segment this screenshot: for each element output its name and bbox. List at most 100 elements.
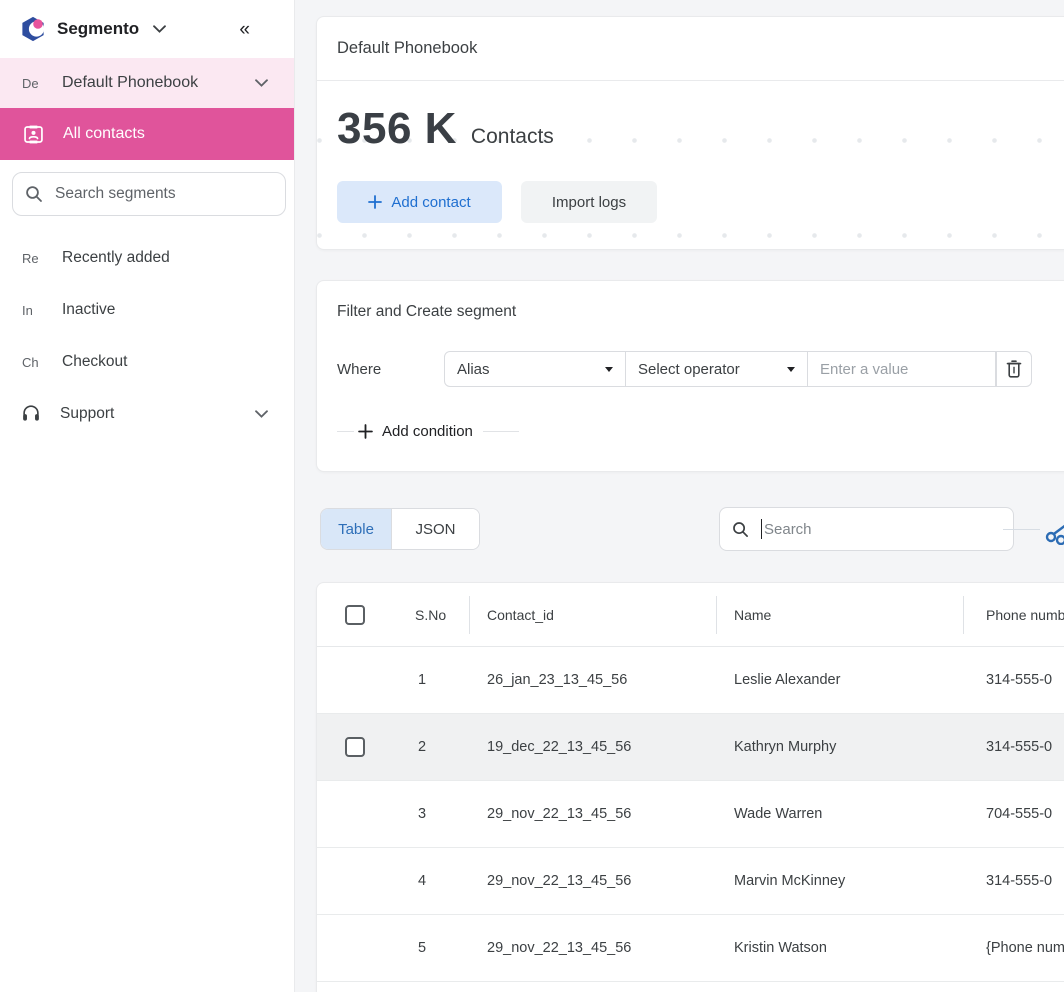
cell-contact-id: 29_nov_22_13_45_56 [469,940,716,956]
segment-search-box[interactable] [12,172,286,216]
support-chevron-down-icon[interactable] [255,410,268,418]
tab-table-label: Table [338,521,374,538]
support-label: Support [60,405,114,423]
column-header-sno: S.No [415,583,469,647]
column-header-name: Name [716,583,963,647]
cell-contact-id: 29_nov_22_13_45_56 [469,873,716,889]
delete-condition-button[interactable] [996,351,1032,387]
cell-phone: 314-555-0 [963,739,1064,755]
import-logs-button[interactable]: Import logs [521,181,657,223]
table-row[interactable]: 4 29_nov_22_13_45_56 Marvin McKinney 314… [317,848,1064,915]
contacts-search-box[interactable]: Search [719,507,1014,551]
table-row[interactable]: 3 29_nov_22_13_45_56 Wade Warren 704-555… [317,781,1064,848]
headset-icon [20,403,42,425]
tab-table[interactable]: Table [321,509,391,549]
table-header-row: S.No Contact_id Name Phone number [317,583,1064,647]
plus-icon [368,195,382,209]
add-contact-label: Add contact [391,194,470,211]
filter-card-title: Filter and Create segment [337,303,1064,325]
cell-contact-id: 19_dec_22_13_45_56 [469,739,716,755]
sidebar: Segmento « De Default Phonebook [0,0,295,992]
cell-sno: 5 [415,940,469,956]
main-content: Default Phonebook 356 K Contacts Add con… [295,0,1064,992]
operator-select-value: Select operator [638,361,740,378]
page-title: Default Phonebook [337,39,477,58]
chevron-down-icon [605,367,613,372]
cell-phone: 314-555-0 [963,873,1064,889]
add-condition-button[interactable]: Add condition [354,423,483,440]
table-row[interactable]: 2 19_dec_22_13_45_56 Kathryn Murphy 314-… [317,714,1064,781]
cell-contact-id: 29_nov_22_13_45_56 [469,806,716,822]
segment-label: Recently added [62,249,170,267]
column-header-contact-id: Contact_id [469,583,716,647]
divider [483,431,519,432]
phonebook-header-card: Default Phonebook 356 K Contacts Add con… [316,16,1064,250]
cell-name: Leslie Alexander [716,672,963,688]
table-toolbar: Table JSON Search [316,507,1064,551]
cell-phone: 314-555-0 [963,672,1064,688]
view-toggle: Table JSON [320,508,480,550]
app: Segmento « De Default Phonebook [0,0,1064,992]
all-contacts-label: All contacts [63,125,145,143]
segment-prefix-badge: In [22,303,62,318]
sidebar-item-default-phonebook[interactable]: De Default Phonebook [0,58,294,108]
value-field-wrap [808,351,996,387]
contacts-search-placeholder: Search [764,521,812,538]
add-contact-button[interactable]: Add contact [337,181,502,223]
import-logs-label: Import logs [552,194,626,211]
cell-sno: 1 [415,672,469,688]
contacts-count: 356 K [337,105,457,153]
cut-line [1003,529,1040,530]
sidebar-item-support[interactable]: Support [0,388,294,440]
add-condition-row: Add condition [337,417,1064,445]
cell-name: Marvin McKinney [716,873,963,889]
contact-card-icon [22,123,45,146]
cell-sno: 4 [415,873,469,889]
select-all-checkbox[interactable] [345,605,365,625]
field-select[interactable]: Alias [444,351,626,387]
column-header-phone: Phone number [963,583,1064,647]
cell-contact-id: 26_jan_23_13_45_56 [469,672,716,688]
sidebar-item-checkout[interactable]: Ch Checkout [0,336,294,388]
segment-label: Inactive [62,301,115,319]
header-card-title-row: Default Phonebook [317,17,1064,81]
tab-json-label: JSON [415,521,455,538]
sidebar-item-all-contacts[interactable]: All contacts [0,108,294,160]
where-label: Where [337,361,444,378]
divider [337,431,354,432]
sidebar-collapse-icon[interactable]: « [239,20,250,39]
cell-phone: {Phone number} [963,940,1064,956]
plus-icon [358,424,373,439]
cell-sno: 3 [415,806,469,822]
condition-controls: Alias Select operator [444,351,1032,387]
brand-name: Segmento [57,19,139,39]
row-checkbox[interactable] [345,737,365,757]
chevron-down-icon [787,367,795,372]
contacts-count-label: Contacts [471,125,554,149]
condition-value-input[interactable] [808,361,995,378]
sidebar-item-recently-added[interactable]: Re Recently added [0,232,294,284]
search-segments-input[interactable] [55,185,245,203]
brand-chevron-down-icon[interactable] [153,25,166,33]
cell-sno: 2 [415,739,469,755]
contacts-table: S.No Contact_id Name Phone number 1 26_j… [316,582,1064,992]
table-row[interactable]: 1 26_jan_23_13_45_56 Leslie Alexander 31… [317,647,1064,714]
operator-select[interactable]: Select operator [626,351,808,387]
cell-name: Kristin Watson [716,940,963,956]
filter-condition-row: Where Alias Select operator [337,351,1064,387]
contacts-stats-section: 356 K Contacts Add contact Import logs [317,81,1064,249]
tab-json[interactable]: JSON [391,509,479,549]
table-row[interactable]: 5 29_nov_22_13_45_56 Kristin Watson {Pho… [317,915,1064,982]
text-cursor [761,519,762,539]
search-icon [25,185,43,203]
scissors-icon[interactable] [1040,515,1064,545]
cell-name: Wade Warren [716,806,963,822]
segment-prefix-badge: Ch [22,355,62,370]
segment-prefix-badge: Re [22,251,62,266]
phonebook-chevron-down-icon[interactable] [255,79,268,87]
segment-list: Re Recently added In Inactive Ch Checkou… [0,232,294,440]
add-condition-label: Add condition [382,423,473,440]
cell-phone: 704-555-0 [963,806,1064,822]
segmento-logo-icon [20,16,46,42]
sidebar-item-inactive[interactable]: In Inactive [0,284,294,336]
